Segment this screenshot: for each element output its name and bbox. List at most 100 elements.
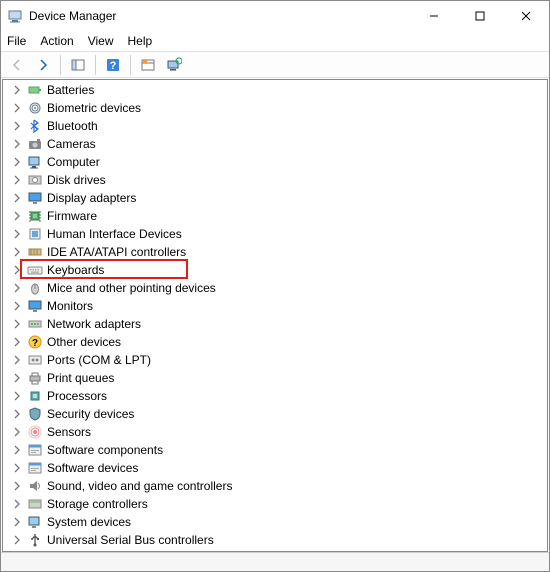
properties-button[interactable]: [136, 54, 160, 76]
category-cameras[interactable]: Cameras: [3, 135, 547, 153]
help-button[interactable]: ?: [101, 54, 125, 76]
toolbar-separator: [130, 55, 131, 75]
category-human-interface-devices[interactable]: Human Interface Devices: [3, 225, 547, 243]
category-ports-com-lpt-[interactable]: Ports (COM & LPT): [3, 351, 547, 369]
printer-icon: [27, 370, 43, 386]
camera-icon: [27, 136, 43, 152]
category-display-adapters[interactable]: Display adapters: [3, 189, 547, 207]
category-security-devices[interactable]: Security devices: [3, 405, 547, 423]
expander-icon[interactable]: [11, 354, 23, 366]
category-ide-ata-atapi-controllers[interactable]: IDE ATA/ATAPI controllers: [3, 243, 547, 261]
svg-text:?: ?: [110, 60, 117, 72]
category-label: Biometric devices: [47, 101, 141, 115]
expander-icon[interactable]: [11, 372, 23, 384]
category-batteries[interactable]: Batteries: [3, 81, 547, 99]
category-universal-serial-bus-controllers[interactable]: Universal Serial Bus controllers: [3, 531, 547, 549]
expander-icon[interactable]: [11, 156, 23, 168]
category-label: Firmware: [47, 209, 97, 223]
expander-icon[interactable]: [11, 534, 23, 546]
category-label: Display adapters: [47, 191, 136, 205]
titlebar[interactable]: Device Manager: [1, 1, 549, 31]
mouse-icon: [27, 280, 43, 296]
category-software-devices[interactable]: Software devices: [3, 459, 547, 477]
category-label: Keyboards: [47, 263, 104, 277]
expander-icon[interactable]: [11, 498, 23, 510]
category-other-devices[interactable]: ?Other devices: [3, 333, 547, 351]
expander-icon[interactable]: [11, 192, 23, 204]
category-sensors[interactable]: Sensors: [3, 423, 547, 441]
menu-view[interactable]: View: [88, 34, 114, 48]
usb-icon: [27, 532, 43, 548]
category-mice-and-other-pointing-devices[interactable]: Mice and other pointing devices: [3, 279, 547, 297]
category-software-components[interactable]: Software components: [3, 441, 547, 459]
expander-icon[interactable]: [11, 408, 23, 420]
expander-icon[interactable]: [11, 300, 23, 312]
hid-icon: [27, 226, 43, 242]
expander-icon[interactable]: [11, 84, 23, 96]
category-label: System devices: [47, 515, 131, 529]
expander-icon[interactable]: [11, 390, 23, 402]
menu-file[interactable]: File: [7, 34, 26, 48]
show-hide-console-tree-button[interactable]: [66, 54, 90, 76]
expander-icon[interactable]: [11, 426, 23, 438]
scan-hardware-button[interactable]: [162, 54, 186, 76]
category-system-devices[interactable]: System devices: [3, 513, 547, 531]
expander-icon[interactable]: [11, 444, 23, 456]
category-network-adapters[interactable]: Network adapters: [3, 315, 547, 333]
category-label: Processors: [47, 389, 107, 403]
category-computer[interactable]: Computer: [3, 153, 547, 171]
category-disk-drives[interactable]: Disk drives: [3, 171, 547, 189]
category-label: IDE ATA/ATAPI controllers: [47, 245, 186, 259]
category-monitors[interactable]: Monitors: [3, 297, 547, 315]
menu-action[interactable]: Action: [40, 34, 73, 48]
back-button[interactable]: [5, 54, 29, 76]
category-label: Software devices: [47, 461, 138, 475]
device-tree[interactable]: Batteries Biometric devices Bluetooth Camer…: [2, 79, 548, 552]
monitor-icon: [27, 298, 43, 314]
category-storage-controllers[interactable]: Storage controllers: [3, 495, 547, 513]
close-button[interactable]: [503, 1, 549, 31]
category-label: Human Interface Devices: [47, 227, 182, 241]
chip-icon: [27, 208, 43, 224]
unknown-icon: ?: [27, 334, 43, 350]
svg-text:?: ?: [32, 338, 38, 349]
expander-icon[interactable]: [11, 174, 23, 186]
category-firmware[interactable]: Firmware: [3, 207, 547, 225]
category-sound-video-and-game-controllers[interactable]: Sound, video and game controllers: [3, 477, 547, 495]
expander-icon[interactable]: [11, 318, 23, 330]
category-keyboards[interactable]: Keyboards: [3, 261, 547, 279]
maximize-button[interactable]: [457, 1, 503, 31]
category-label: Batteries: [47, 83, 94, 97]
display-icon: [27, 190, 43, 206]
expander-icon[interactable]: [11, 246, 23, 258]
expander-icon[interactable]: [11, 480, 23, 492]
category-label: Bluetooth: [47, 119, 98, 133]
ide-icon: [27, 244, 43, 260]
audio-icon: [27, 478, 43, 494]
forward-button[interactable]: [31, 54, 55, 76]
expander-icon[interactable]: [11, 228, 23, 240]
expander-icon[interactable]: [11, 120, 23, 132]
expander-icon[interactable]: [11, 462, 23, 474]
category-print-queues[interactable]: Print queues: [3, 369, 547, 387]
software-icon: [27, 460, 43, 476]
window-title: Device Manager: [29, 9, 411, 23]
expander-icon[interactable]: [11, 282, 23, 294]
category-label: Cameras: [47, 137, 96, 151]
category-label: Software components: [47, 443, 163, 457]
disk-icon: [27, 172, 43, 188]
category-processors[interactable]: Processors: [3, 387, 547, 405]
category-biometric-devices[interactable]: Biometric devices: [3, 99, 547, 117]
expander-icon[interactable]: [11, 264, 23, 276]
expander-icon[interactable]: [11, 102, 23, 114]
expander-icon[interactable]: [11, 138, 23, 150]
expander-icon[interactable]: [11, 336, 23, 348]
device-manager-window: Device Manager File Action View Help ? B…: [0, 0, 550, 572]
category-bluetooth[interactable]: Bluetooth: [3, 117, 547, 135]
app-icon: [7, 8, 23, 24]
menu-help[interactable]: Help: [128, 34, 153, 48]
expander-icon[interactable]: [11, 516, 23, 528]
expander-icon[interactable]: [11, 210, 23, 222]
ports-icon: [27, 352, 43, 368]
minimize-button[interactable]: [411, 1, 457, 31]
